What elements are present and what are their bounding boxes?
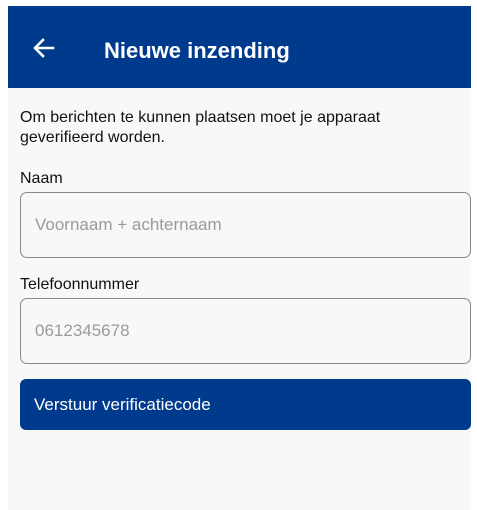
app-bar: Nieuwe inzending bbox=[8, 6, 471, 88]
phone-input[interactable] bbox=[20, 298, 471, 364]
name-label: Naam bbox=[20, 170, 63, 187]
screen: Nieuwe inzending Om berichten te kunnen … bbox=[8, 6, 471, 510]
verification-intro-text: Om berichten te kunnen plaatsen moet je … bbox=[20, 109, 381, 146]
back-button[interactable] bbox=[30, 34, 58, 62]
name-input[interactable] bbox=[20, 192, 471, 258]
send-verification-code-button[interactable]: Verstuur verificatiecode bbox=[20, 379, 471, 430]
arrow-left-icon bbox=[33, 38, 55, 58]
page-title: Nieuwe inzending bbox=[104, 38, 290, 63]
phone-label: Telefoonnummer bbox=[20, 276, 140, 293]
